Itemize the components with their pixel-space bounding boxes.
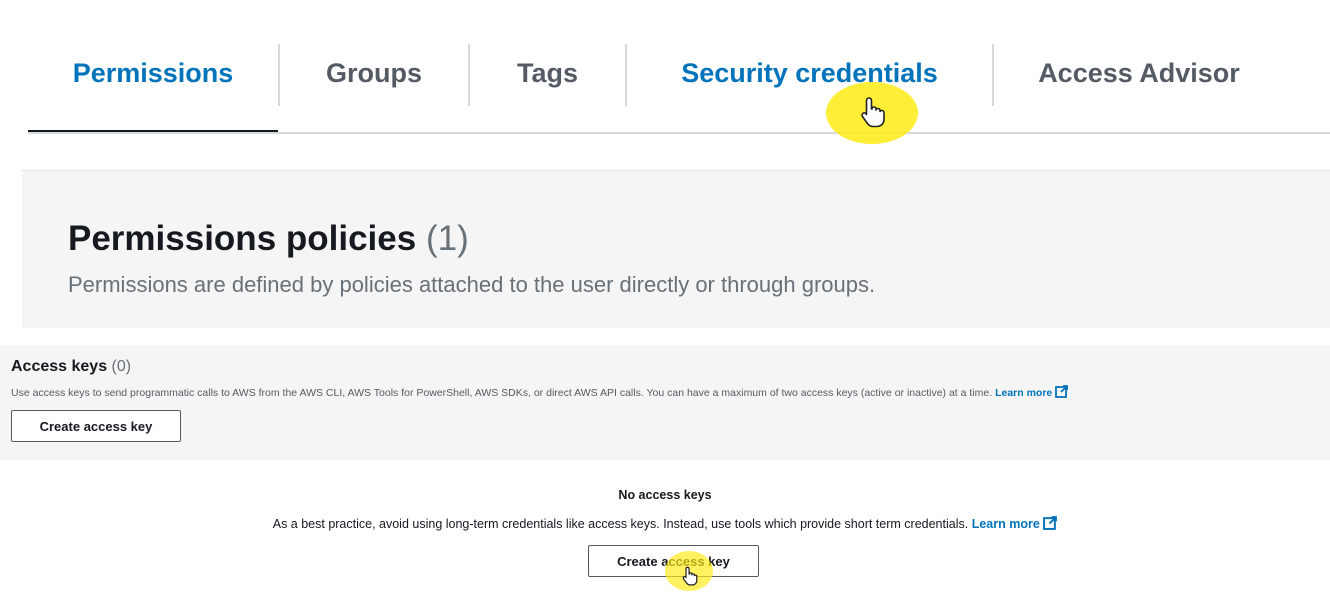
access-keys-heading: Access keys (0): [11, 358, 131, 376]
empty-state-title: No access keys: [618, 488, 712, 502]
tab-groups[interactable]: Groups: [280, 40, 468, 134]
tab-bar: Permissions Groups Tags Security credent…: [28, 40, 1284, 134]
tabs-baseline: [28, 132, 1330, 134]
empty-state-description: As a best practice, avoid using long-ter…: [0, 516, 1330, 531]
external-link-icon[interactable]: [1043, 516, 1058, 530]
tab-access-advisor[interactable]: Access Advisor: [994, 40, 1284, 134]
no-access-keys-empty-state: No access keys As a best practice, avoid…: [0, 460, 1330, 599]
access-keys-title: Access keys: [11, 358, 108, 375]
empty-state-learn-more-link[interactable]: Learn more: [972, 517, 1040, 531]
access-keys-description-text: Use access keys to send programmatic cal…: [11, 387, 993, 399]
permissions-policies-count: (1): [425, 219, 469, 258]
tabs-region: Permissions Groups Tags Security credent…: [0, 0, 1330, 140]
tab-permissions[interactable]: Permissions: [28, 40, 278, 134]
permissions-policies-heading: Permissions policies (1): [68, 219, 469, 259]
hand-pointer-icon: [861, 97, 885, 128]
tab-security-credentials[interactable]: Security credentials: [627, 40, 992, 134]
tab-tags[interactable]: Tags: [470, 40, 625, 134]
external-link-icon[interactable]: [1055, 385, 1069, 398]
access-keys-panel: Access keys (0) Use access keys to send …: [0, 345, 1330, 460]
hand-pointer-icon: [682, 566, 698, 586]
access-keys-description: Use access keys to send programmatic cal…: [11, 385, 1069, 399]
permissions-policies-panel: Permissions policies (1) Permissions are…: [22, 170, 1330, 328]
empty-state-description-text: As a best practice, avoid using long-ter…: [272, 517, 969, 531]
permissions-policies-title: Permissions policies: [68, 219, 417, 258]
permissions-policies-description: Permissions are defined by policies atta…: [68, 272, 876, 297]
create-access-key-button[interactable]: Create access key: [11, 410, 181, 442]
access-keys-count: (0): [111, 358, 132, 375]
learn-more-link[interactable]: Learn more: [995, 387, 1052, 399]
